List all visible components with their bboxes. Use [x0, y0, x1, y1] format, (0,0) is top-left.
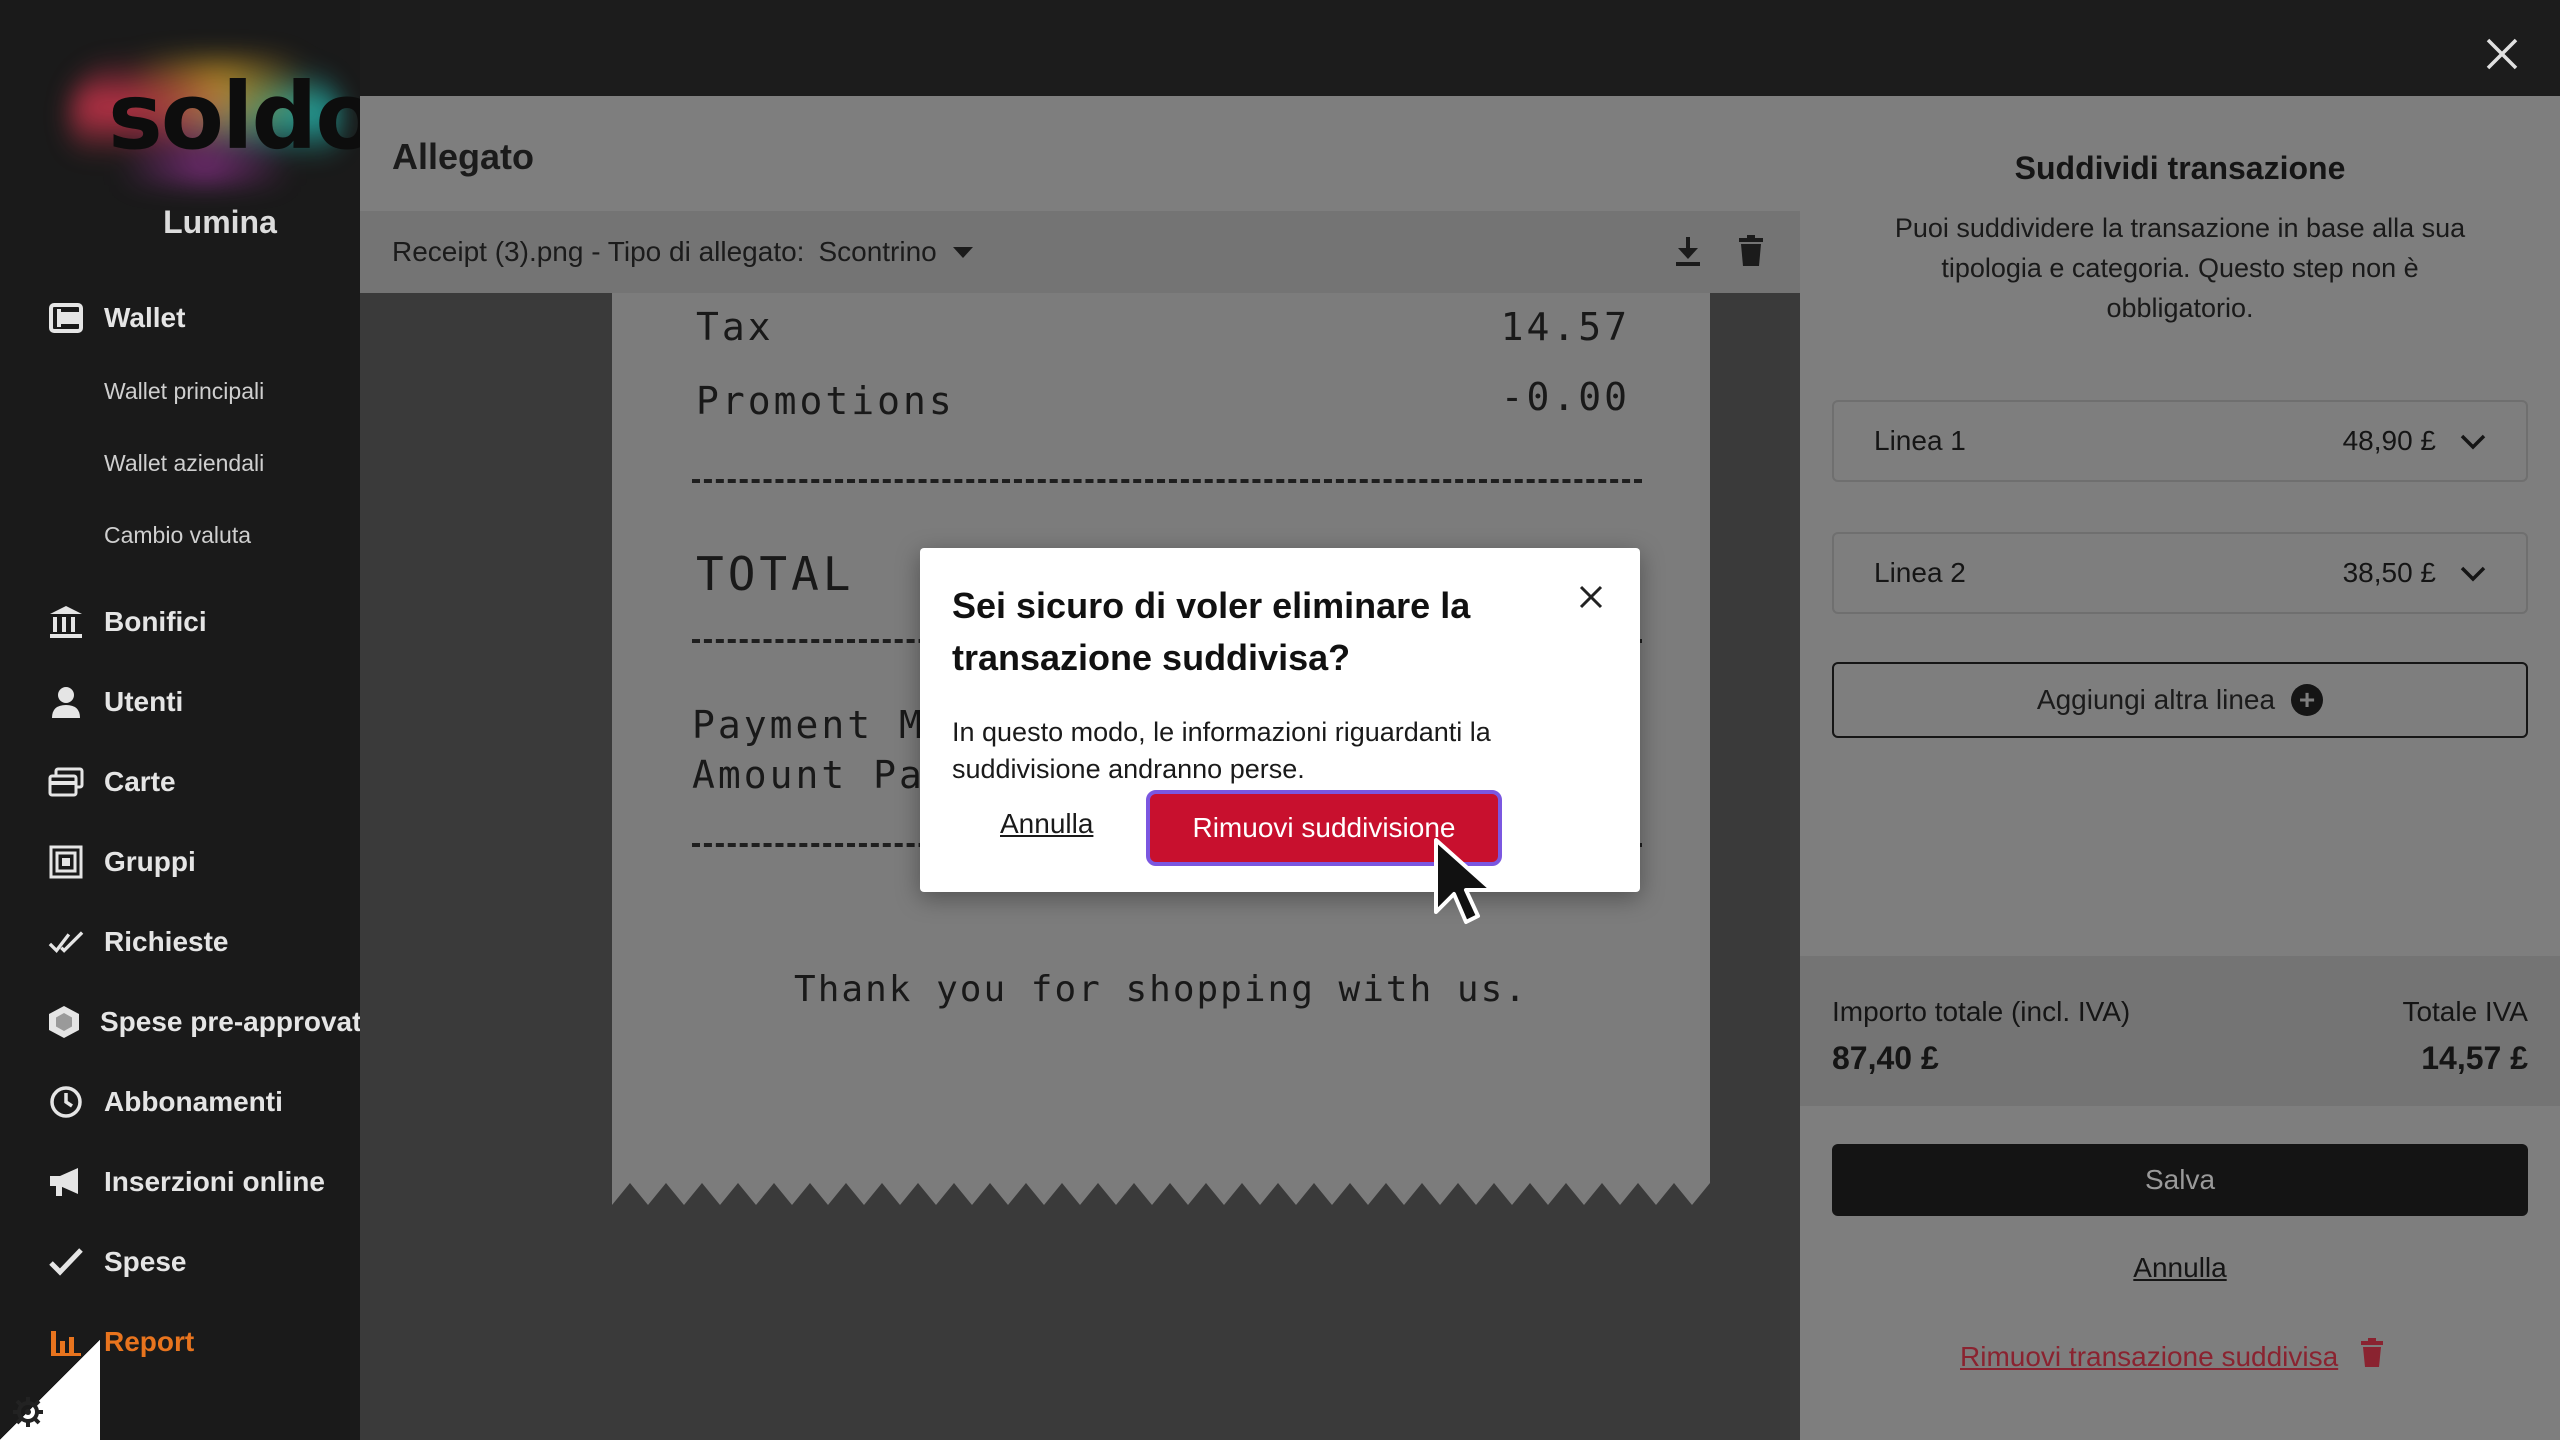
attachment-file-name: Receipt (3).png - Tipo di allegato:	[392, 236, 805, 267]
split-line-1[interactable]: Linea 1 48,90 £	[1832, 400, 2528, 482]
dialog-title: Sei sicuro di voler eliminare la transaz…	[952, 585, 1471, 678]
receipt-tax-label: Tax	[696, 305, 774, 349]
dialog-cancel-button[interactable]: Annulla	[1000, 808, 1093, 840]
receipt-divider	[692, 479, 1642, 483]
totals-section: Importo totale (incl. IVA) 87,40 £ Total…	[1800, 956, 2560, 1106]
split-transaction-panel: Suddividi transazione Puoi suddividere l…	[1800, 96, 2560, 1440]
sidebar-item-wallet[interactable]: Wallet	[48, 288, 360, 348]
attachment-header: Allegato	[360, 96, 1800, 211]
line-label: Linea 1	[1874, 425, 1966, 456]
split-description: Puoi suddividere la transazione in base …	[1894, 213, 2466, 323]
receipt-promo-value: -0.00	[1500, 375, 1630, 419]
vat-label: Totale IVA	[2402, 996, 2528, 1027]
total-label: Importo totale (incl. IVA)	[1832, 996, 2131, 1027]
dialog-body: In questo modo, le informazioni riguarda…	[952, 717, 1491, 784]
split-line-2[interactable]: Linea 2 38,50 £	[1832, 532, 2528, 614]
sidebar-item-label: Carte	[104, 766, 176, 797]
line-amount: 38,50 £	[2342, 557, 2436, 588]
sidebar-item-spese[interactable]: Spese	[48, 1232, 360, 1292]
cancel-link[interactable]: Annulla	[1800, 1252, 2560, 1284]
remove-split-label: Rimuovi transazione suddivisa	[1960, 1340, 2339, 1372]
total-value: 87,40 £	[1832, 1040, 1939, 1076]
chevron-down-icon[interactable]	[2460, 425, 2486, 457]
sidebar-subitem-cambio-valuta[interactable]: Cambio valuta	[104, 522, 251, 549]
megaphone-icon	[48, 1164, 84, 1200]
receipt-total-label: TOTAL	[696, 547, 855, 601]
add-line-button[interactable]: Aggiungi altra linea +	[1832, 662, 2528, 738]
close-icon[interactable]	[1578, 584, 1604, 610]
receipt-payment-label: Payment Me	[692, 703, 951, 747]
hexagon-icon	[48, 1004, 80, 1040]
line-label: Linea 2	[1874, 557, 1966, 588]
attachment-toolbar: Receipt (3).png - Tipo di allegato: Scon…	[360, 211, 1800, 293]
close-icon[interactable]	[2484, 36, 2520, 72]
receipt-thanks: Thank you for shopping with us.	[794, 969, 1528, 1010]
sidebar-item-utenti[interactable]: Utenti	[48, 672, 360, 732]
receipt-torn-edge	[612, 1183, 1710, 1205]
sidebar-item-label: Bonifici	[104, 606, 207, 637]
chevron-down-icon[interactable]	[952, 246, 973, 258]
settings-corner[interactable]	[0, 1340, 100, 1440]
mouse-cursor-icon	[1434, 838, 1494, 924]
groups-icon	[48, 844, 84, 880]
save-button[interactable]: Salva	[1832, 1144, 2528, 1216]
attachment-type-select[interactable]: Scontrino	[818, 236, 936, 268]
cards-icon	[48, 764, 84, 800]
double-check-icon	[48, 924, 84, 960]
check-icon	[48, 1244, 84, 1280]
trash-icon[interactable]	[1738, 235, 1764, 274]
sidebar-item-label: Report	[104, 1326, 195, 1357]
sidebar-subitem-wallet-principali[interactable]: Wallet principali	[104, 378, 264, 405]
add-line-label: Aggiungi altra linea	[2036, 684, 2276, 715]
sidebar-item-richieste[interactable]: Richieste	[48, 912, 360, 972]
sidebar: soldo Lumina Wallet Wallet principali Wa…	[0, 0, 379, 1440]
line-amount: 48,90 £	[2342, 425, 2436, 456]
sidebar-item-spese-pre-approvate[interactable]: Spese pre-approvat	[48, 992, 360, 1052]
user-icon	[48, 684, 84, 720]
download-icon[interactable]	[1674, 235, 1702, 274]
receipt-tax-value: 14.57	[1500, 305, 1630, 349]
sidebar-subitem-wallet-aziendali[interactable]: Wallet aziendali	[104, 450, 264, 477]
sidebar-item-carte[interactable]: Carte	[48, 752, 360, 812]
logo-text: soldo	[108, 63, 379, 170]
bank-icon	[48, 604, 84, 640]
sidebar-item-gruppi[interactable]: Gruppi	[48, 832, 360, 892]
sidebar-item-label: Richieste	[104, 926, 229, 957]
sidebar-item-label: Inserzioni online	[104, 1166, 325, 1197]
sidebar-item-label: Abbonamenti	[104, 1086, 283, 1117]
plus-circle-icon: +	[2291, 684, 2324, 716]
split-title: Suddividi transazione	[2014, 150, 2346, 186]
sidebar-item-label: Gruppi	[104, 846, 196, 877]
sidebar-item-label: Wallet	[104, 302, 186, 333]
receipt-promo-label: Promotions	[696, 379, 955, 423]
trash-icon[interactable]	[2360, 1338, 2384, 1375]
receipt-amount-label: Amount Pai	[692, 753, 951, 797]
sidebar-item-label: Utenti	[104, 686, 184, 717]
sidebar-item-abbonamenti[interactable]: Abbonamenti	[48, 1072, 360, 1132]
sidebar-item-inserzioni-online[interactable]: Inserzioni online	[48, 1152, 360, 1212]
clock-icon	[48, 1084, 84, 1120]
sidebar-item-label: Spese pre-approvat	[100, 1006, 360, 1037]
remove-split-link[interactable]: Rimuovi transazione suddivisa	[1960, 1338, 2384, 1375]
chevron-down-icon[interactable]	[2460, 557, 2486, 589]
sidebar-item-bonifici[interactable]: Bonifici	[48, 592, 360, 652]
vat-value: 14,57 £	[2421, 1040, 2528, 1076]
soldo-logo: soldo	[60, 55, 379, 185]
attachment-title: Allegato	[392, 136, 535, 177]
sidebar-item-label: Spese	[104, 1246, 187, 1277]
gear-icon[interactable]	[12, 1396, 44, 1433]
top-bar	[360, 0, 2560, 96]
wallet-icon	[48, 300, 84, 336]
